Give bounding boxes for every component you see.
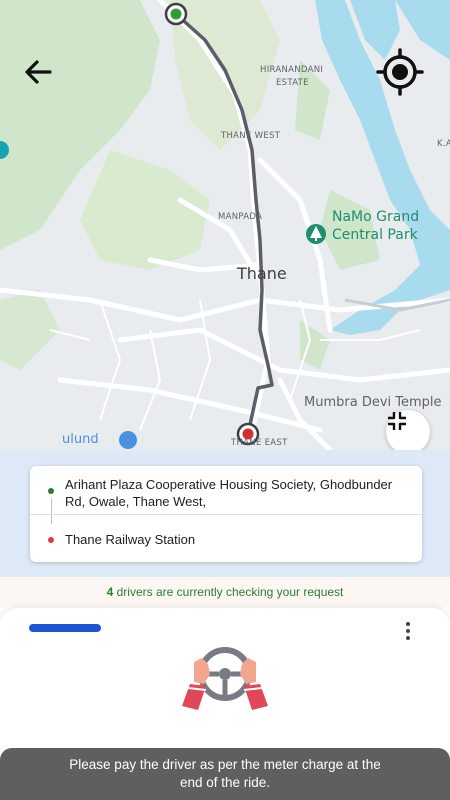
map-label-mulund: ulund [62, 432, 99, 447]
payment-toast-text: Please pay the driver as per the meter c… [69, 757, 381, 790]
more-options-button[interactable] [398, 622, 418, 644]
locate-me-button[interactable] [376, 48, 424, 96]
collapse-icon [388, 412, 406, 430]
route-divider [30, 514, 422, 515]
pickup-dot-icon [48, 488, 54, 494]
map-view[interactable]: HIRANANDANI ESTATE THANE WEST MANPADA Th… [0, 0, 450, 450]
steering-wheel-icon [182, 647, 268, 710]
steering-wheel-illustration [180, 644, 270, 714]
map-label-thane-west: THANE WEST [221, 131, 281, 141]
driver-status-text: drivers are currently checking your requ… [116, 585, 344, 599]
payment-toast: Please pay the driver as per the meter c… [0, 748, 450, 800]
map-label-hiranandani: HIRANANDANI [260, 65, 324, 75]
map-label-ka: K.A [437, 139, 450, 149]
map-label-thane-east: THANE EAST [231, 438, 288, 448]
map-label-namo-line1: NaMo Grand [332, 209, 420, 225]
pickup-address[interactable]: Arihant Plaza Cooperative Housing Societ… [65, 476, 410, 510]
more-vertical-icon [398, 622, 418, 640]
map-label-thane: Thane [237, 264, 287, 283]
route-card[interactable]: Arihant Plaza Cooperative Housing Societ… [30, 466, 422, 562]
arrow-left-icon [25, 60, 52, 84]
map-label-estate: ESTATE [276, 78, 309, 88]
crosshair-icon [376, 48, 424, 96]
search-progress-bar [29, 624, 101, 632]
route-section: Arihant Plaza Cooperative Housing Societ… [0, 450, 450, 577]
drop-dot-icon [48, 537, 54, 543]
back-button[interactable] [22, 58, 56, 86]
map-label-manpada: MANPADA [218, 212, 263, 222]
route-connector [50, 498, 52, 524]
map-label-namo-line2: Central Park [332, 227, 418, 243]
driver-status-message: 4 drivers are currently checking your re… [0, 577, 450, 607]
fit-route-button[interactable] [386, 410, 430, 450]
map-label-mumbra: Mumbra Devi Temple [304, 395, 442, 410]
driver-count: 4 [106, 585, 114, 599]
drop-address[interactable]: Thane Railway Station [65, 532, 195, 547]
